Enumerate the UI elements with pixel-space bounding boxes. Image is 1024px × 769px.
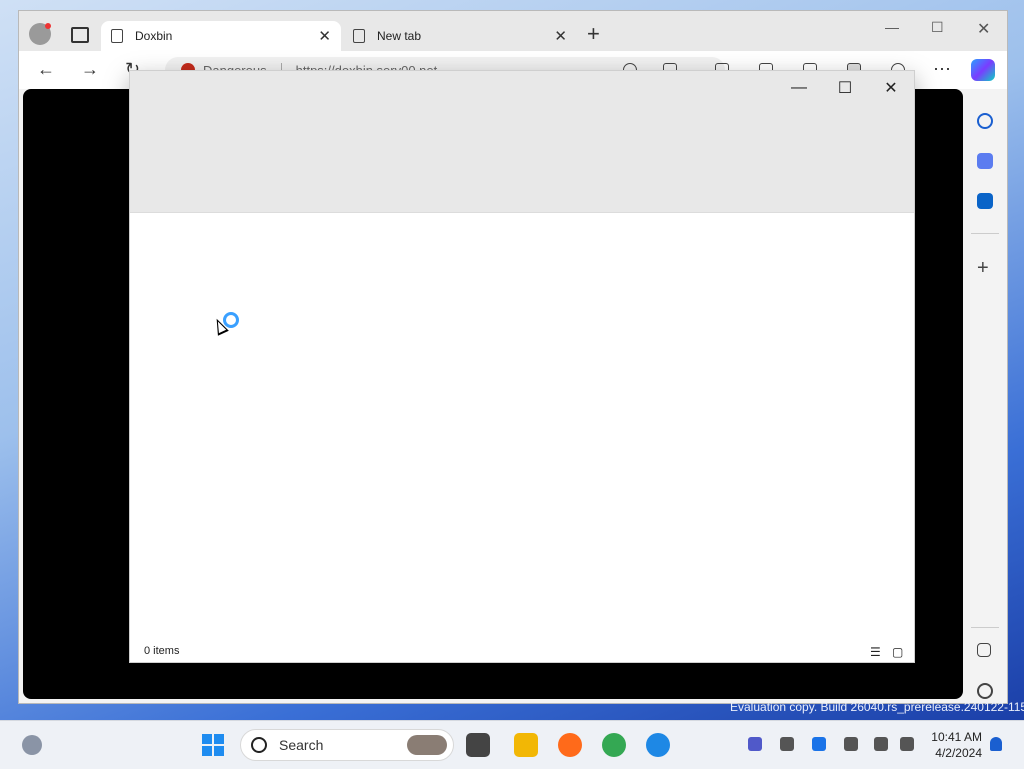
tab-title: Doxbin	[135, 29, 173, 43]
new-tab-page-icon	[353, 29, 365, 43]
search-icon[interactable]	[977, 113, 993, 129]
dialog-maximize-icon[interactable]: ☐	[830, 77, 860, 99]
copilot-app-icon[interactable]	[977, 153, 993, 169]
dialog-minimize-icon[interactable]: —	[784, 77, 814, 99]
clock-date: 4/2/2024	[935, 746, 982, 760]
add-sidebar-app-icon[interactable]: +	[977, 257, 989, 280]
windows-logo-tile	[214, 746, 224, 756]
back-icon[interactable]: ←	[37, 59, 55, 80]
teams-icon[interactable]	[748, 737, 762, 751]
weather-widget-icon[interactable]	[22, 735, 42, 755]
dialog-status-bar: 0 items ☰ ▢	[130, 639, 914, 662]
volume-muted-icon[interactable]	[900, 737, 914, 751]
maximize-icon[interactable]: ☐	[931, 19, 944, 36]
outlook-icon[interactable]	[977, 193, 993, 209]
edge-sidebar: +	[963, 89, 1007, 703]
edge-icon[interactable]	[646, 733, 670, 757]
dialog-header: — ☐ ✕	[130, 71, 914, 213]
taskbar-search[interactable]: Search	[240, 729, 454, 761]
windows-logo-tile	[214, 734, 224, 744]
tab-title: New tab	[377, 29, 422, 43]
file-explorer-icon[interactable]	[514, 733, 538, 757]
close-window-icon[interactable]: ✕	[977, 19, 990, 39]
windows-logo-tile	[202, 734, 212, 744]
tab-doxbin[interactable]: Doxbin ✕	[101, 21, 341, 51]
sidebar-divider	[971, 233, 999, 234]
firefox-icon[interactable]	[558, 733, 582, 757]
clock[interactable]: 10:41 AM 4/2/2024	[926, 729, 982, 761]
chrome-icon[interactable]	[602, 733, 626, 757]
dialog-close-icon[interactable]: ✕	[876, 77, 906, 99]
close-tab-icon[interactable]: ✕	[554, 27, 567, 45]
keyboard-icon[interactable]	[844, 737, 858, 751]
taskbar: Search 10:41 AM 4/2/2024	[0, 720, 1024, 769]
search-label: Search	[279, 737, 324, 753]
profile-notification-dot	[45, 23, 51, 29]
thumbnail-view-icon[interactable]: ▢	[892, 645, 903, 659]
more-menu-icon[interactable]: ⋯	[933, 59, 951, 80]
desktop-icons-partial	[0, 150, 18, 290]
close-tab-icon[interactable]: ✕	[318, 27, 331, 45]
search-icon	[251, 737, 267, 753]
hide-sidebar-icon[interactable]	[977, 643, 991, 657]
tab-bar: Doxbin ✕ New tab ✕ + — ☐ ✕	[19, 11, 1007, 51]
clock-time: 10:41 AM	[931, 730, 982, 744]
network-icon[interactable]	[874, 737, 888, 751]
tab-actions-icon[interactable]	[71, 27, 89, 43]
details-view-icon[interactable]: ☰	[870, 645, 881, 659]
tab-new-tab[interactable]: New tab ✕	[343, 21, 577, 51]
sidebar-divider	[971, 627, 999, 628]
items-count: 0 items	[144, 644, 180, 657]
copilot-icon[interactable]	[971, 59, 995, 81]
windows-logo-tile	[202, 746, 212, 756]
onedrive-icon[interactable]	[780, 737, 794, 751]
notification-bell-icon[interactable]	[990, 737, 1002, 751]
task-view-icon[interactable]	[466, 733, 490, 757]
file-dialog-window: — ☐ ✕ 0 items ☰ ▢	[130, 71, 914, 662]
settings-gear-icon[interactable]	[977, 683, 993, 699]
new-tab-icon[interactable]: +	[587, 21, 600, 47]
evaluation-watermark: Evaluation copy. Build 26040.rs_prerelea…	[730, 700, 1024, 714]
security-warning-icon[interactable]	[812, 737, 826, 751]
dialog-file-list[interactable]	[130, 213, 914, 633]
minimize-icon[interactable]: —	[885, 19, 899, 35]
search-highlight-image	[407, 735, 447, 755]
page-icon	[111, 29, 123, 43]
forward-icon[interactable]: →	[81, 59, 99, 80]
start-button[interactable]	[202, 734, 224, 756]
